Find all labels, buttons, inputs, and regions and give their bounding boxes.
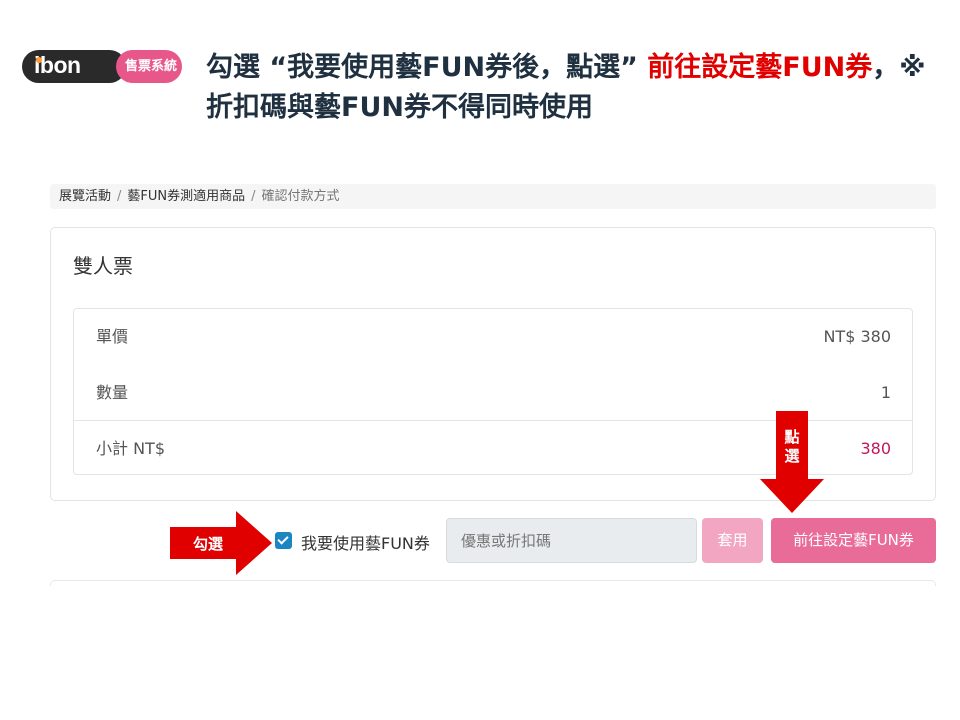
- breadcrumb-item-exhibitions[interactable]: 展覽活動: [59, 189, 111, 204]
- headline-highlight: 前往設定藝FUN券: [647, 52, 873, 83]
- apply-button[interactable]: 套用: [702, 518, 763, 563]
- ibon-logo: 售票系統 ibon: [22, 50, 182, 83]
- unit-price-row: 單價 NT$ 380: [74, 309, 912, 364]
- ticket-title: 雙人票: [73, 254, 133, 278]
- use-fun-coupon-checkbox[interactable]: [275, 532, 292, 549]
- breadcrumb-separator: /: [251, 189, 256, 204]
- breadcrumb-separator: /: [117, 189, 122, 204]
- check-arrow-label: 勾選: [193, 535, 224, 553]
- quantity-label: 數量: [96, 383, 129, 402]
- instruction-headline: 勾選 “我要使用藝FUN券後，點選” 前往設定藝FUN券，※折扣碼與藝FUN券不…: [206, 48, 926, 128]
- unit-price-label: 單價: [96, 327, 129, 346]
- coupon-code-input[interactable]: [446, 518, 697, 563]
- logo-system-label: 售票系統: [116, 50, 182, 83]
- subtotal-label: 小計 NT$: [96, 439, 166, 458]
- unit-price-value: NT$ 380: [823, 327, 891, 346]
- use-fun-coupon-label[interactable]: 我要使用藝FUN券: [301, 530, 430, 554]
- logo-brand-text: ibon: [34, 52, 81, 78]
- quantity-value: 1: [880, 383, 891, 402]
- breadcrumb-item-product[interactable]: 藝FUN券測適用商品: [127, 189, 245, 204]
- headline-part1: 勾選 “我要使用藝FUN券後，點選”: [206, 52, 648, 83]
- logo-dot-icon: [36, 57, 42, 63]
- click-arrow-label: 點選: [784, 428, 800, 465]
- breadcrumb-current: 確認付款方式: [261, 189, 340, 204]
- breadcrumb: 展覽活動 / 藝FUN券測適用商品 / 確認付款方式: [50, 184, 936, 209]
- subtotal-value: 380: [860, 439, 891, 458]
- goto-fun-coupon-button[interactable]: 前往設定藝FUN券: [771, 518, 936, 563]
- page-fade: [0, 586, 960, 720]
